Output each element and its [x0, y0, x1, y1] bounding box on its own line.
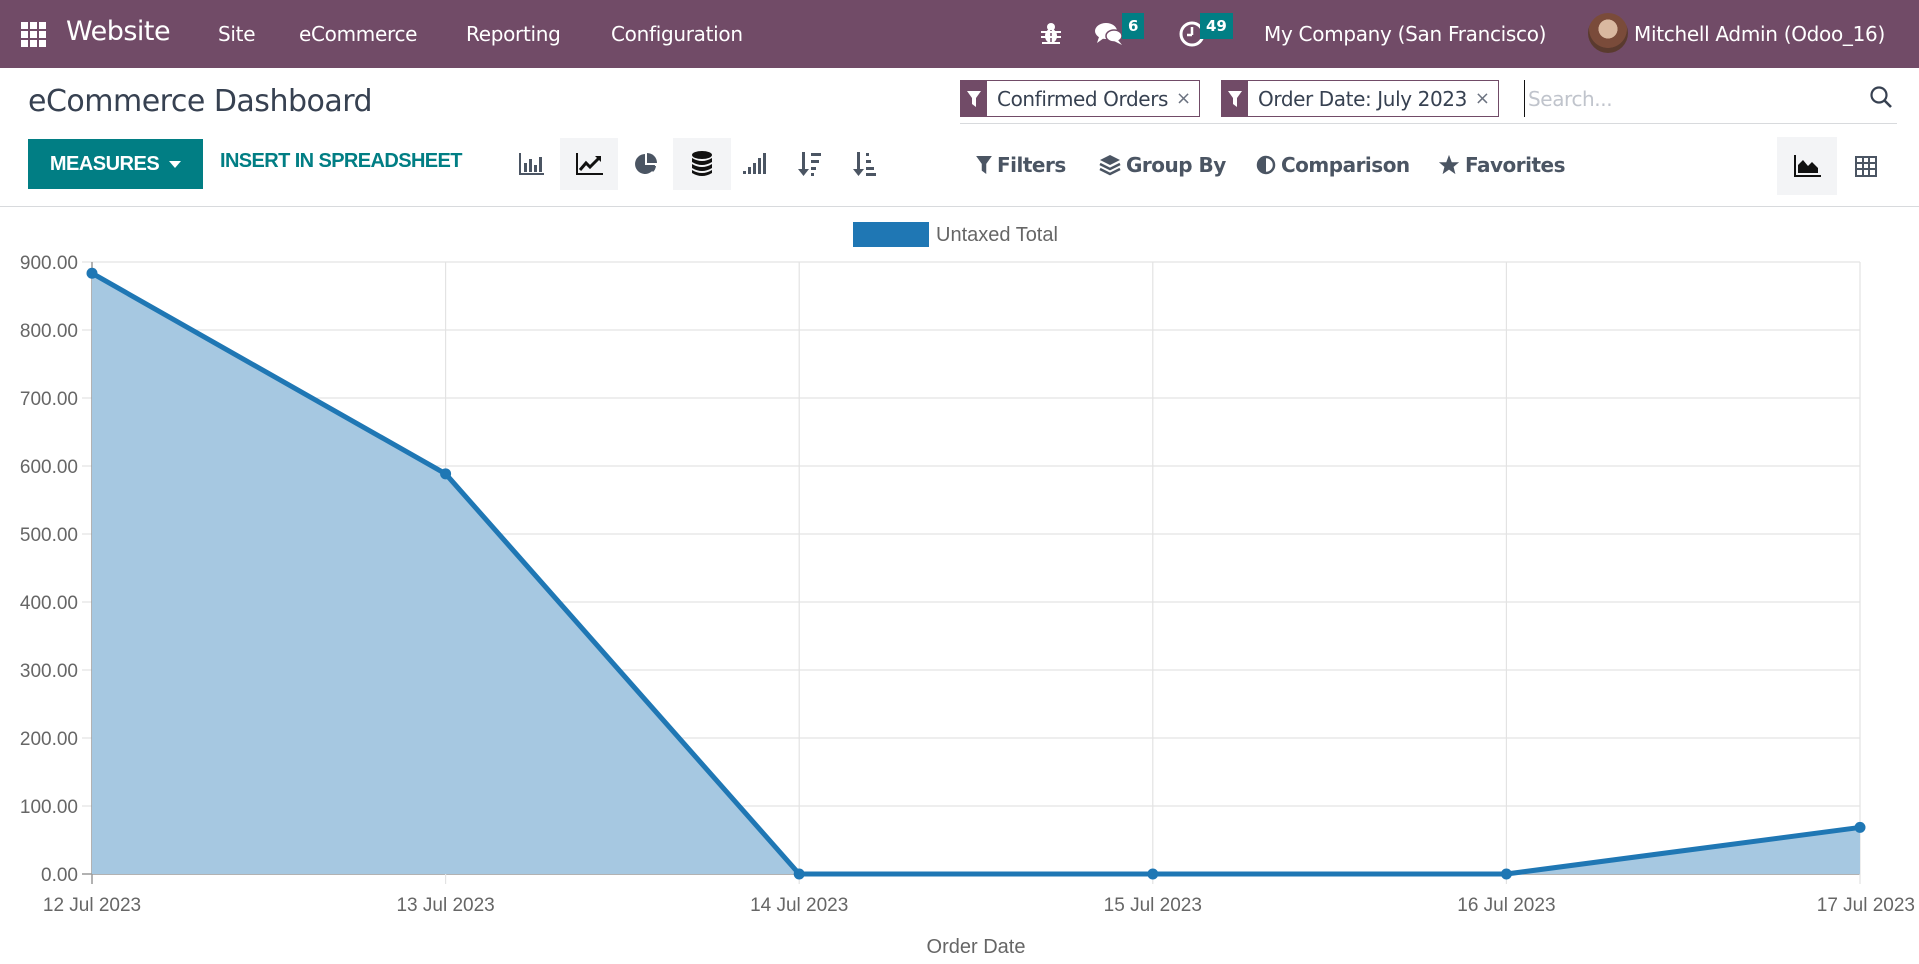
menu-configuration[interactable]: Configuration — [611, 22, 743, 46]
cumulative-signal-icon — [743, 153, 766, 174]
group-by-button[interactable]: Group By — [1099, 153, 1226, 177]
y-tick-label: 0.00 — [41, 865, 78, 886]
data-point[interactable] — [86, 267, 98, 279]
facet-confirmed-orders: Confirmed Orders × — [960, 80, 1201, 117]
apps-menu-icon[interactable] — [21, 22, 46, 47]
measures-button[interactable]: MEASURES — [28, 139, 203, 189]
facet-remove-icon[interactable]: × — [1176, 88, 1199, 109]
y-tick-label: 900.00 — [20, 253, 78, 274]
facet-label: Confirmed Orders — [997, 86, 1169, 111]
graph-view-button[interactable] — [1777, 137, 1837, 195]
menu-site[interactable]: Site — [218, 22, 256, 46]
facet-order-date: Order Date: July 2023 × — [1221, 80, 1500, 117]
facet-remove-icon[interactable]: × — [1475, 88, 1498, 109]
search-underline — [960, 123, 1897, 124]
x-tick-label: 12 Jul 2023 — [43, 895, 141, 916]
comparison-button[interactable]: Comparison — [1256, 153, 1410, 177]
sort-descending-button[interactable] — [781, 138, 839, 190]
x-tick-label: 13 Jul 2023 — [396, 895, 494, 916]
filter-icon — [976, 156, 992, 174]
y-tick-label: 100.00 — [20, 797, 78, 818]
x-tick-label: 16 Jul 2023 — [1457, 895, 1555, 916]
star-icon — [1438, 154, 1460, 175]
measures-label: MEASURES — [49, 152, 160, 175]
caret-down-icon — [169, 160, 182, 168]
y-tick-label: 600.00 — [20, 457, 78, 478]
data-point[interactable] — [793, 868, 805, 880]
page-title: eCommerce Dashboard — [28, 84, 373, 119]
top-navbar: Website Site eCommerce Reporting Configu… — [0, 0, 1919, 68]
data-point[interactable] — [1147, 868, 1159, 880]
app-name[interactable]: Website — [66, 16, 171, 47]
x-tick-label: 14 Jul 2023 — [750, 895, 848, 916]
messages-icon[interactable] — [1094, 20, 1124, 50]
y-tick-label: 800.00 — [20, 321, 78, 342]
table-grid-icon — [1855, 156, 1877, 177]
graph-view: 0.00 100.00 200.00 300.00 400.00 500.00 600.00… — [0, 207, 1919, 964]
search-input[interactable] — [1524, 80, 1864, 117]
x-tick-label: 15 Jul 2023 — [1104, 895, 1202, 916]
activities-count-badge: 49 — [1200, 13, 1233, 39]
y-tick-label: 500.00 — [20, 525, 78, 546]
layers-icon — [1099, 155, 1121, 176]
group-by-label: Group By — [1126, 153, 1226, 177]
menu-reporting[interactable]: Reporting — [466, 22, 561, 46]
half-circle-icon — [1256, 155, 1276, 175]
pivot-view-button[interactable] — [1836, 137, 1896, 195]
user-menu[interactable]: Mitchell Admin (Odoo_16) — [1634, 22, 1885, 46]
filters-label: Filters — [997, 153, 1066, 177]
favorites-button[interactable]: Favorites — [1438, 153, 1566, 177]
area-chart: 0.00 100.00 200.00 300.00 400.00 500.00 600.00… — [20, 222, 1915, 958]
legend-swatch[interactable] — [853, 222, 929, 247]
bar-chart-icon — [519, 153, 544, 175]
y-tick-label: 300.00 — [20, 661, 78, 682]
messages-count-badge: 6 — [1122, 13, 1145, 39]
stacked-database-icon — [692, 151, 712, 176]
y-tick-label: 400.00 — [20, 593, 78, 614]
line-chart-button[interactable] — [560, 138, 618, 190]
data-point[interactable] — [1854, 821, 1866, 833]
data-point[interactable] — [1500, 868, 1512, 880]
area-chart-icon — [1794, 155, 1821, 177]
y-tick-label: 200.00 — [20, 729, 78, 750]
series-area-fill — [92, 273, 1860, 875]
favorites-label: Favorites — [1465, 153, 1566, 177]
cumulative-button[interactable] — [725, 138, 783, 190]
legend-label[interactable]: Untaxed Total — [936, 224, 1058, 246]
debug-bug-icon[interactable] — [1040, 21, 1062, 49]
sort-descending-icon — [798, 152, 821, 176]
menu-ecommerce[interactable]: eCommerce — [299, 22, 417, 46]
line-chart-icon — [576, 153, 603, 175]
x-tick-label: 17 Jul 2023 — [1817, 895, 1915, 916]
filter-icon — [961, 81, 987, 116]
sort-ascending-button[interactable] — [836, 138, 894, 190]
pie-chart-icon — [635, 153, 657, 174]
pie-chart-button[interactable] — [617, 138, 675, 190]
data-point[interactable] — [440, 468, 452, 480]
facet-label: Order Date: July 2023 — [1258, 86, 1467, 111]
bar-chart-button[interactable] — [502, 138, 560, 190]
search-icon[interactable] — [1869, 85, 1893, 113]
sort-ascending-icon — [853, 152, 876, 176]
insert-in-spreadsheet-button[interactable]: INSERT IN SPREADSHEET — [220, 150, 462, 173]
comparison-label: Comparison — [1281, 153, 1410, 177]
stacked-button[interactable] — [673, 138, 731, 190]
user-avatar[interactable] — [1588, 13, 1628, 53]
x-axis-title: Order Date — [927, 936, 1026, 958]
filters-button[interactable]: Filters — [976, 153, 1066, 177]
y-tick-label: 700.00 — [20, 389, 78, 410]
filter-icon — [1222, 81, 1248, 116]
company-switcher[interactable]: My Company (San Francisco) — [1264, 22, 1546, 46]
